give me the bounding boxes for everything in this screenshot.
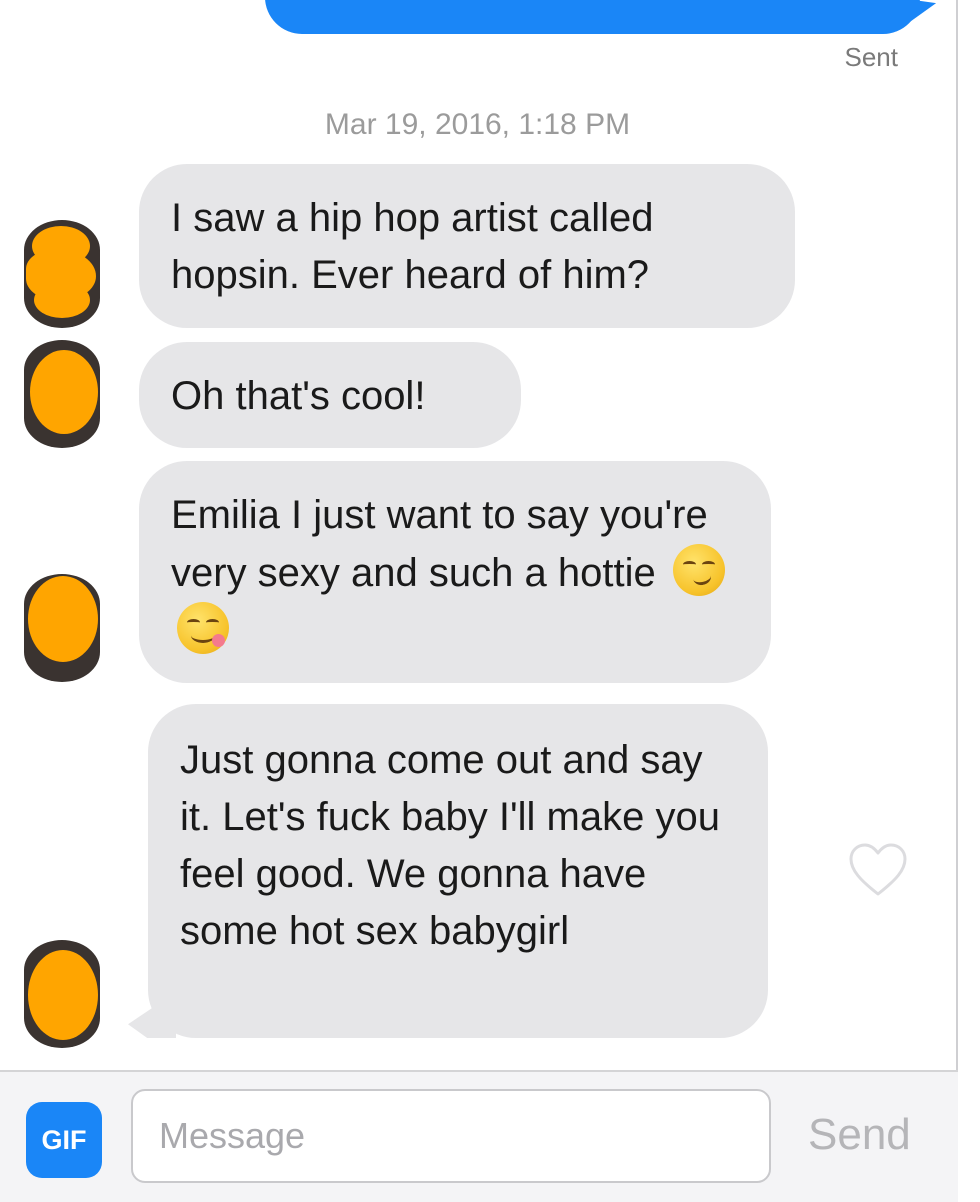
message-timestamp: Mar 19, 2016, 1:18 PM [324, 108, 631, 141]
screen-edge [956, 0, 980, 1202]
message-text: Oh that's cool! [171, 374, 426, 418]
sent-message-bubble[interactable] [265, 0, 920, 34]
gif-button[interactable]: GIF [26, 1102, 102, 1178]
message-text: Just gonna come out and say it. Let's fu… [180, 738, 720, 953]
sender-avatar[interactable] [24, 340, 100, 448]
received-message-bubble[interactable]: I saw a hip hop artist called hopsin. Ev… [139, 164, 795, 328]
message-text: I saw a hip hop artist called hopsin. Ev… [171, 196, 654, 297]
smirking-face-emoji-icon [672, 544, 725, 596]
message-composer: GIF Send [0, 1070, 958, 1202]
message-input[interactable] [131, 1089, 771, 1183]
received-message-bubble[interactable]: Oh that's cool! [139, 342, 521, 448]
received-message-bubble[interactable]: Emilia I just want to say you're very se… [139, 461, 771, 683]
sender-avatar[interactable] [24, 220, 100, 328]
chat-screen: Sent Mar 19, 2016, 1:18 PM I saw a hip h… [0, 0, 980, 1202]
sender-avatar[interactable] [24, 574, 100, 682]
sent-bubble-tail [892, 0, 940, 31]
sent-status: Sent [844, 42, 899, 72]
heart-like-icon[interactable] [848, 842, 908, 898]
face-savoring-food-emoji-icon [177, 602, 229, 654]
sender-avatar[interactable] [24, 940, 100, 1048]
received-message-bubble[interactable]: Just gonna come out and say it. Let's fu… [148, 704, 768, 1038]
message-text: Emilia I just want to say you're very se… [171, 493, 708, 595]
send-button[interactable]: Send [808, 1110, 911, 1160]
